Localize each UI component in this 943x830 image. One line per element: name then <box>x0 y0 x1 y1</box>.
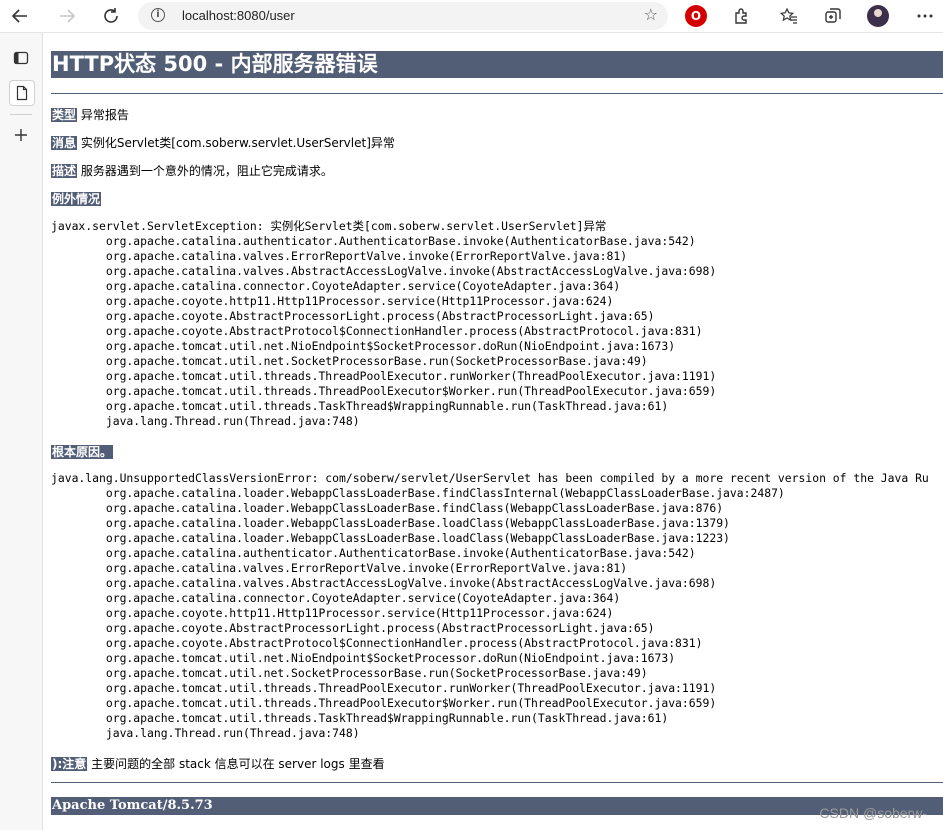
root-cause-trace-line: org.apache.catalina.loader.WebappClassLo… <box>105 501 724 515</box>
exception-trace-line: org.apache.catalina.connector.CoyoteAdap… <box>105 279 621 293</box>
extensions-puzzle-icon[interactable] <box>729 4 753 28</box>
page-content: HTTP状态 500 - 内部服务器错误 类型 异常报告 消息 实例化Servl… <box>43 33 943 830</box>
page-title: HTTP状态 500 - 内部服务器错误 <box>51 51 943 78</box>
root-cause-trace-line: org.apache.tomcat.util.threads.ThreadPoo… <box>105 696 717 710</box>
root-cause-trace-line: org.apache.tomcat.util.threads.TaskThrea… <box>105 711 669 725</box>
root-cause-trace-line: org.apache.catalina.authenticator.Authen… <box>105 546 696 560</box>
watermark: CSDN @soberw- <box>819 805 927 821</box>
add-favorite-icon[interactable]: ☆ <box>644 5 658 24</box>
info-icon[interactable]: i <box>151 8 165 22</box>
root-cause-trace-line: java.lang.Thread.run(Thread.java:748) <box>105 726 360 740</box>
extension-icon[interactable]: O <box>685 5 707 27</box>
message-label: 消息 <box>51 136 78 150</box>
divider-top <box>51 93 943 94</box>
favorites-icon[interactable] <box>777 4 801 28</box>
exception-stack-trace: javax.servlet.ServletException: 实例化Servl… <box>51 219 716 429</box>
exception-trace-line: org.apache.tomcat.util.threads.ThreadPoo… <box>105 384 717 398</box>
root-cause-trace-line: org.apache.catalina.loader.WebappClassLo… <box>105 516 730 530</box>
browser-toolbar: i localhost:8080/user ☆ O <box>0 0 943 33</box>
more-menu-icon[interactable] <box>913 4 937 28</box>
root-cause-heading: 根本原因。 <box>51 445 114 459</box>
root-cause-trace-line: org.apache.catalina.loader.WebappClassLo… <box>105 486 785 500</box>
root-cause-stack-trace: java.lang.UnsupportedClassVersionError: … <box>51 471 929 741</box>
note-label: ):注意 <box>51 757 88 771</box>
refresh-icon[interactable] <box>99 4 123 28</box>
description-row: 描述 服务器遇到一个意外的情况，阻止它完成请求。 <box>51 162 333 179</box>
exception-trace-line: org.apache.coyote.AbstractProcessorLight… <box>105 309 655 323</box>
exception-trace-line: org.apache.coyote.AbstractProtocol$Conne… <box>105 324 703 338</box>
root-cause-trace-line: org.apache.catalina.valves.AbstractAcces… <box>105 576 717 590</box>
root-cause-heading-row: 根本原因。 <box>51 443 114 460</box>
root-cause-trace-line: org.apache.coyote.AbstractProcessorLight… <box>105 621 655 635</box>
url-text[interactable]: localhost:8080/user <box>182 8 295 23</box>
exception-trace-line: org.apache.tomcat.util.net.SocketProcess… <box>105 354 648 368</box>
divider-bottom <box>51 782 943 783</box>
vertical-tabs-sidebar <box>0 33 43 830</box>
root-cause-trace-line: org.apache.catalina.loader.WebappClassLo… <box>105 531 730 545</box>
exception-trace-line: org.apache.catalina.valves.ErrorReportVa… <box>105 249 628 263</box>
tab-page-icon[interactable] <box>9 80 35 106</box>
exception-trace-line: org.apache.tomcat.util.threads.ThreadPoo… <box>105 369 717 383</box>
exception-trace-line: org.apache.catalina.authenticator.Authen… <box>105 234 696 248</box>
sidebar-divider <box>10 114 32 115</box>
profile-avatar[interactable] <box>867 5 889 27</box>
exception-trace-line: org.apache.tomcat.util.threads.TaskThrea… <box>105 399 669 413</box>
exception-heading-row: 例外情况 <box>51 190 102 207</box>
exception-trace-line: org.apache.coyote.http11.Http11Processor… <box>105 294 614 308</box>
root-cause-trace-line: org.apache.tomcat.util.threads.ThreadPoo… <box>105 681 717 695</box>
back-arrow-icon[interactable] <box>8 4 32 28</box>
forward-arrow-icon[interactable] <box>55 4 79 28</box>
note-value: 主要问题的全部 stack 信息可以在 server logs 里查看 <box>91 757 385 771</box>
tab-actions-icon[interactable] <box>9 46 33 70</box>
exception-heading: 例外情况 <box>51 192 102 206</box>
root-cause-trace-line: org.apache.coyote.http11.Http11Processor… <box>105 606 614 620</box>
server-footer: Apache Tomcat/8.5.73 <box>51 797 943 815</box>
root-cause-trace-line: org.apache.catalina.connector.CoyoteAdap… <box>105 591 621 605</box>
root-cause-trace-line: java.lang.UnsupportedClassVersionError: … <box>51 471 929 485</box>
message-value: 实例化Servlet类[com.soberw.servlet.UserServl… <box>80 136 395 150</box>
exception-trace-line: org.apache.catalina.valves.AbstractAcces… <box>105 264 717 278</box>
type-value: 异常报告 <box>80 108 129 122</box>
exception-trace-line: org.apache.tomcat.util.net.NioEndpoint$S… <box>105 339 676 353</box>
type-row: 类型 异常报告 <box>51 106 129 123</box>
collections-icon[interactable] <box>821 4 845 28</box>
description-value: 服务器遇到一个意外的情况，阻止它完成请求。 <box>80 164 333 178</box>
exception-trace-line: javax.servlet.ServletException: 实例化Servl… <box>51 219 607 233</box>
address-bar[interactable]: i localhost:8080/user ☆ <box>138 2 668 30</box>
root-cause-trace-line: org.apache.coyote.AbstractProtocol$Conne… <box>105 636 703 650</box>
note-row: ):注意 主要问题的全部 stack 信息可以在 server logs 里查看 <box>51 755 385 772</box>
message-row: 消息 实例化Servlet类[com.soberw.servlet.UserSe… <box>51 134 395 151</box>
exception-trace-line: java.lang.Thread.run(Thread.java:748) <box>105 414 360 428</box>
type-label: 类型 <box>51 108 78 122</box>
description-label: 描述 <box>51 164 78 178</box>
new-tab-plus-icon[interactable] <box>9 123 33 147</box>
root-cause-trace-line: org.apache.catalina.valves.ErrorReportVa… <box>105 561 628 575</box>
root-cause-trace-line: org.apache.tomcat.util.net.NioEndpoint$S… <box>105 651 676 665</box>
root-cause-trace-line: org.apache.tomcat.util.net.SocketProcess… <box>105 666 648 680</box>
